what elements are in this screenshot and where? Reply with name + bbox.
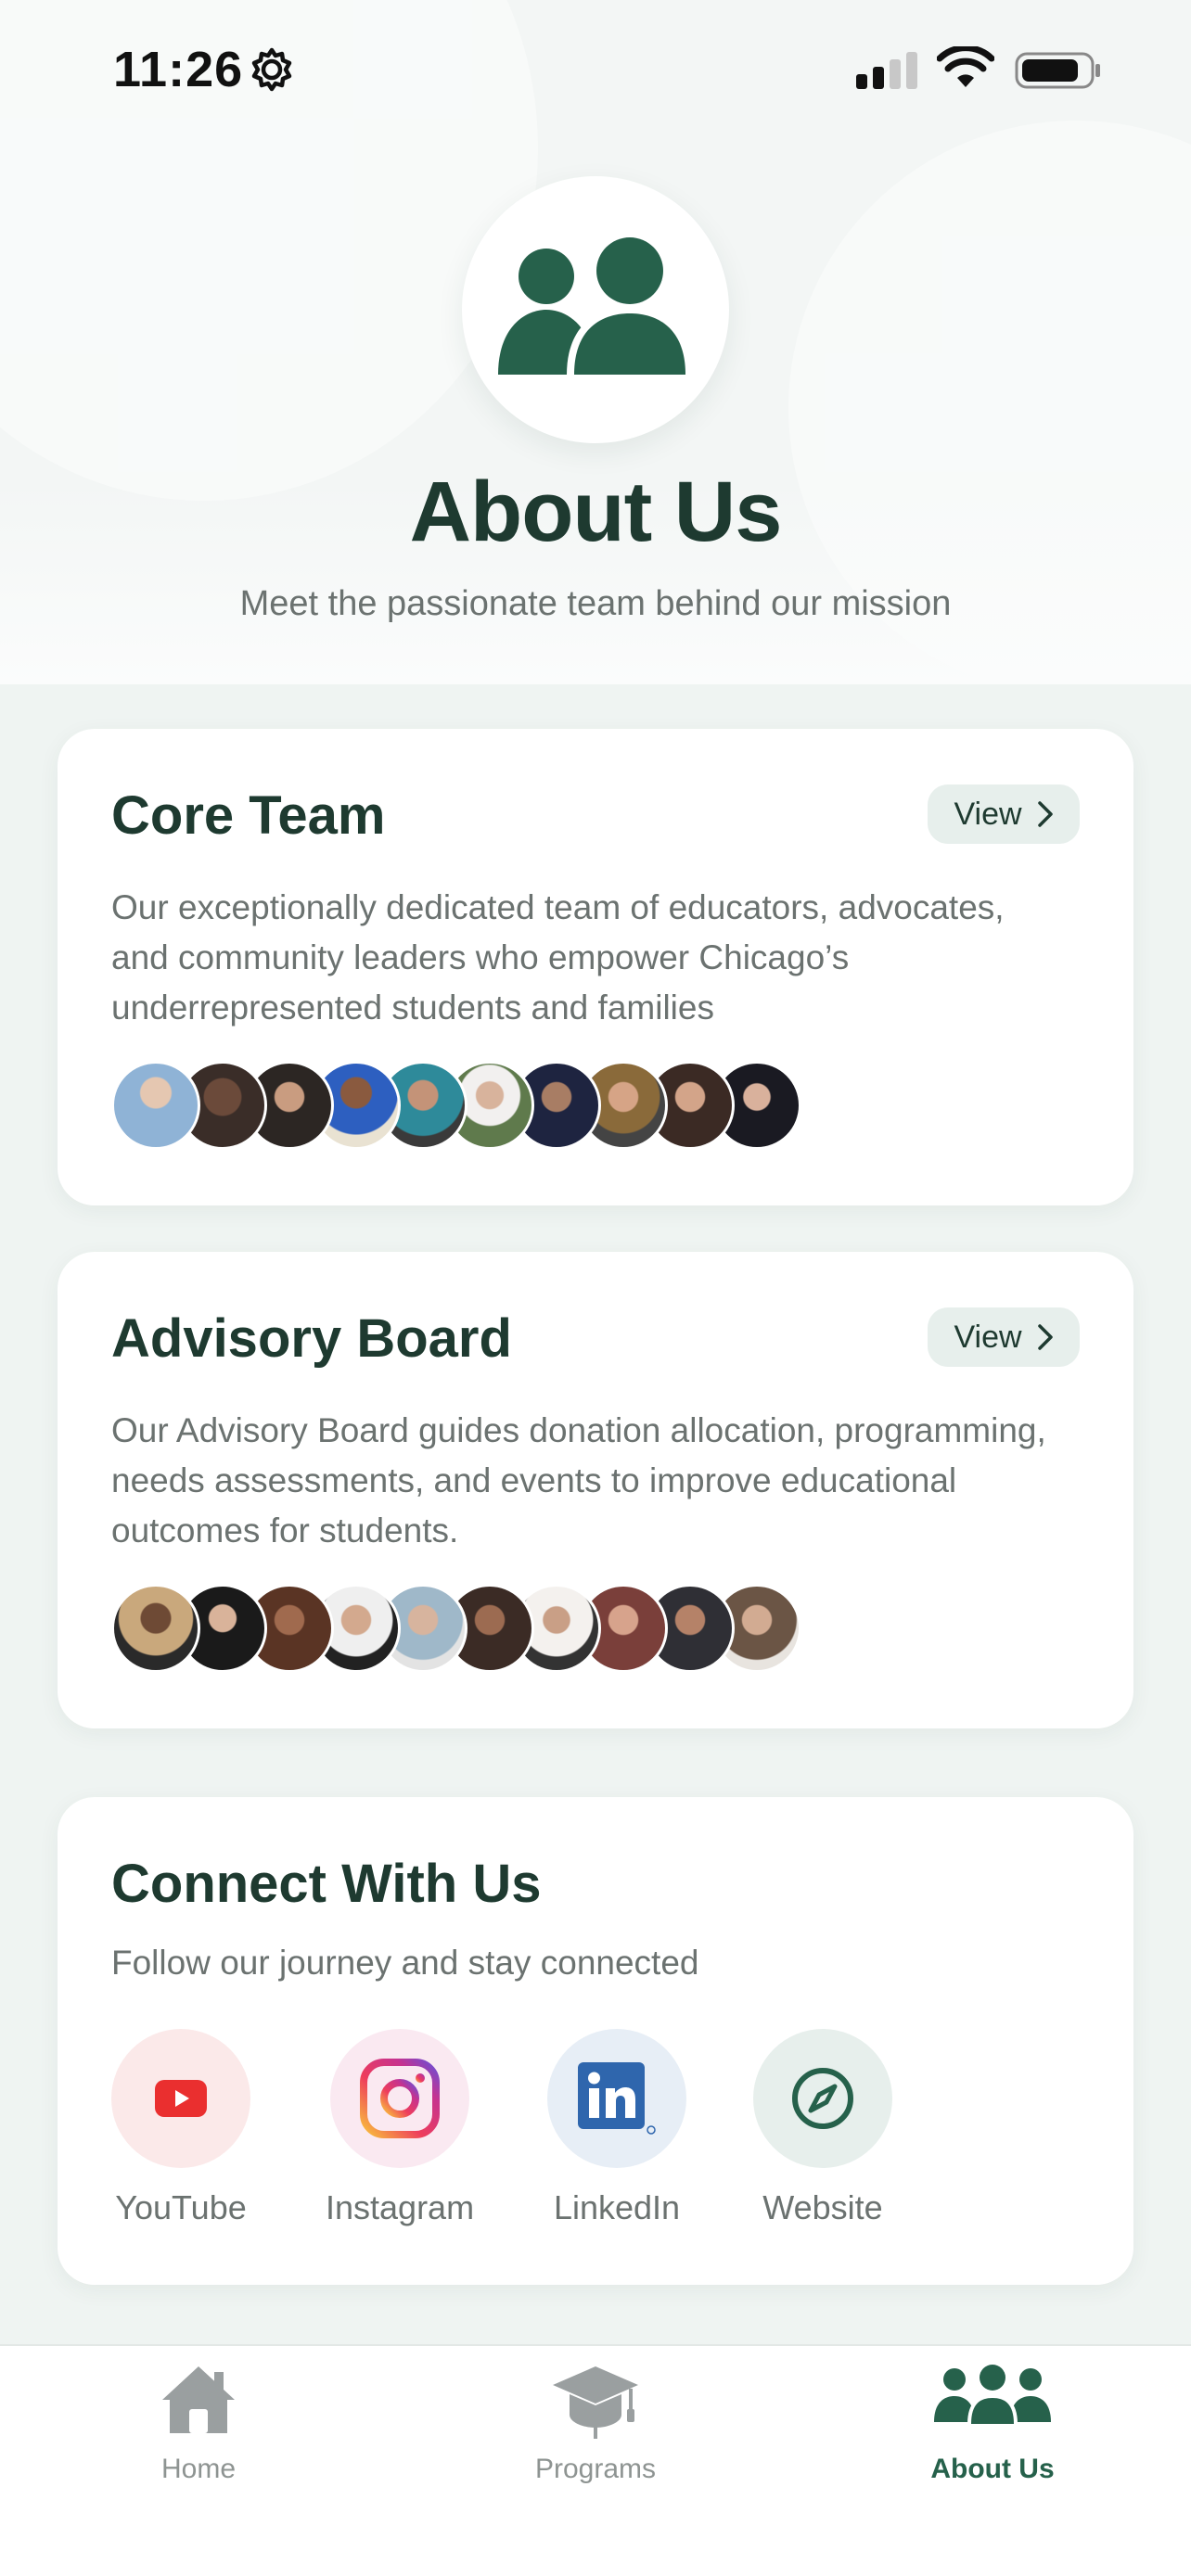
youtube-icon [155, 2080, 207, 2117]
chevron-right-icon [1037, 801, 1053, 827]
page-subtitle: Meet the passionate team behind our miss… [239, 584, 952, 623]
instagram-link[interactable]: Instagram [326, 2029, 474, 2227]
tab-home[interactable]: Home [59, 2346, 338, 2494]
advisory-board-card[interactable]: Advisory Board View Our Advisory Board g… [58, 1252, 1133, 1728]
youtube-link[interactable]: YouTube [107, 2029, 255, 2227]
core-team-view-button[interactable]: View [928, 784, 1080, 844]
cellular-signal-icon [856, 52, 917, 89]
compass-icon [792, 2068, 853, 2129]
settings-gear-icon [251, 47, 292, 92]
instagram-button[interactable] [330, 2029, 469, 2168]
social-links: YouTube Instagram LinkedIn Website [58, 2029, 1133, 2251]
linkedin-label: LinkedIn [553, 2188, 681, 2226]
tab-about-us-label: About Us [930, 2454, 1055, 2484]
tab-about-us[interactable]: About Us [853, 2346, 1132, 2494]
connect-subtitle: Follow our journey and stay connected [111, 1944, 699, 1982]
chevron-right-icon [1037, 1324, 1053, 1350]
core-team-avatars[interactable] [111, 1061, 816, 1150]
advisory-board-description: Our Advisory Board guides donation alloc… [111, 1411, 1046, 1549]
tab-programs-label: Programs [534, 2454, 657, 2484]
people-icon [934, 2365, 1051, 2424]
linkedin-button[interactable] [547, 2029, 686, 2168]
youtube-label: YouTube [115, 2188, 247, 2226]
people-icon [498, 237, 693, 375]
instagram-icon [360, 2059, 440, 2138]
hero-team-badge [462, 176, 729, 443]
tab-about-icon-wrap [853, 2363, 1132, 2428]
tab-programs-icon-wrap [456, 2363, 735, 2441]
core-team-description: Our exceptionally dedicated team of educ… [111, 888, 1005, 1027]
graduation-cap-icon [553, 2366, 638, 2439]
website-label: Website [762, 2188, 883, 2226]
avatar [111, 1584, 200, 1673]
view-button-label: View [954, 796, 1022, 832]
advisory-board-avatars[interactable] [111, 1584, 816, 1673]
view-button-label: View [954, 1319, 1022, 1355]
website-link[interactable]: Website [749, 2029, 897, 2227]
core-team-card[interactable]: Core Team View Our exceptionally dedicat… [58, 729, 1133, 1205]
avatar [111, 1061, 200, 1150]
wifi-icon [937, 46, 994, 87]
battery-icon [1015, 52, 1100, 89]
advisory-board-title: Advisory Board [111, 1308, 512, 1369]
tab-home-label: Home [160, 2454, 237, 2484]
tab-home-icon-wrap [59, 2363, 338, 2437]
connect-card: Connect With Us Follow our journey and s… [58, 1797, 1133, 2285]
home-icon [162, 2366, 235, 2433]
core-team-title: Core Team [111, 785, 386, 846]
linkedin-link[interactable]: LinkedIn [543, 2029, 691, 2227]
website-button[interactable] [753, 2029, 892, 2168]
youtube-button[interactable] [111, 2029, 250, 2168]
page-title: About Us [409, 465, 783, 559]
connect-title: Connect With Us [111, 1854, 542, 1914]
instagram-label: Instagram [326, 2188, 475, 2226]
status-time: 11:26 [113, 42, 244, 97]
bottom-tab-bar: Home Programs About Us [0, 2344, 1191, 2576]
tab-programs[interactable]: Programs [456, 2346, 735, 2494]
linkedin-icon [578, 2062, 656, 2135]
advisory-board-view-button[interactable]: View [928, 1307, 1080, 1367]
